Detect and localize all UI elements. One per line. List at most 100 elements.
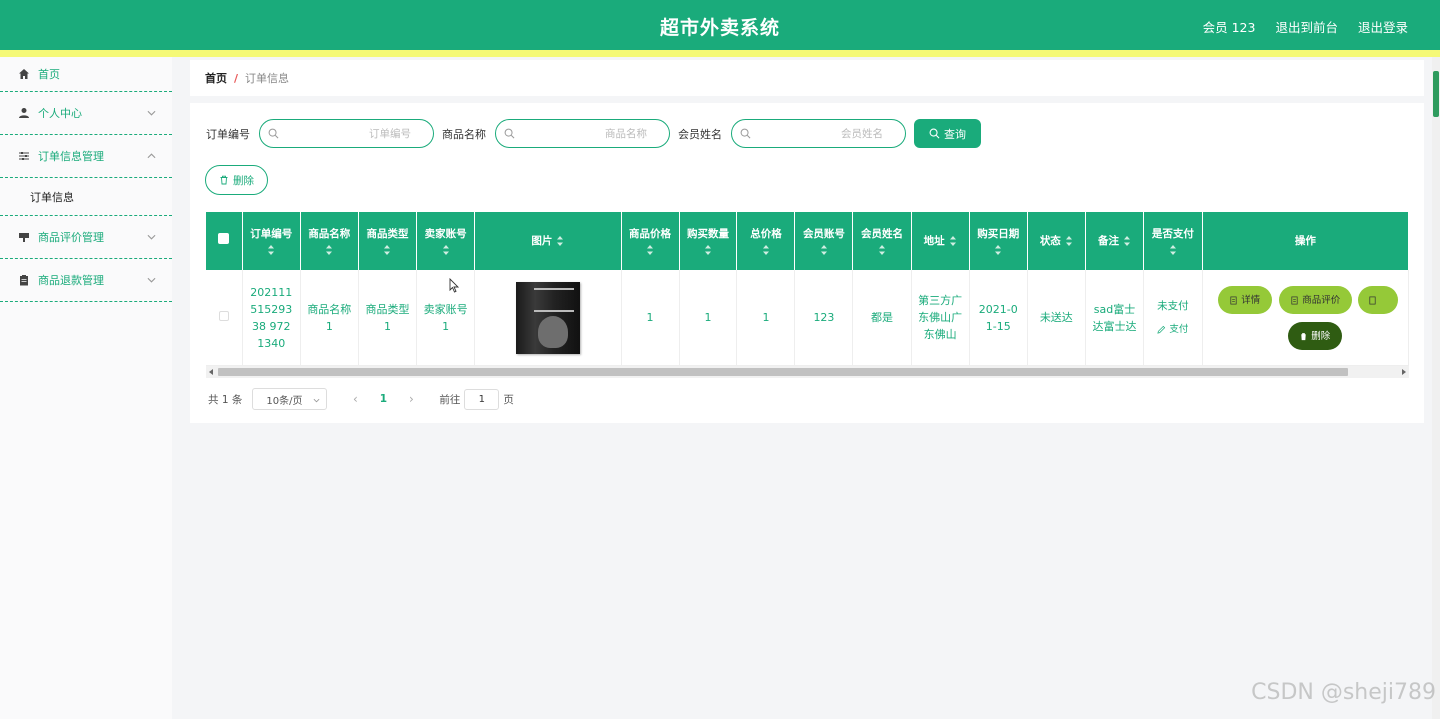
sidebar-subitem-order-info[interactable]: 订单信息 bbox=[0, 178, 172, 216]
next-page-button[interactable]: › bbox=[401, 392, 421, 406]
table-horizontal-scrollbar[interactable] bbox=[206, 366, 1409, 378]
page-vertical-scrollbar[interactable] bbox=[1432, 57, 1440, 719]
page-size-value: 10条/页 bbox=[266, 395, 303, 407]
sort-icon[interactable] bbox=[949, 235, 957, 247]
sort-icon[interactable] bbox=[646, 244, 654, 256]
chevron-down-icon bbox=[147, 277, 156, 283]
detail-button[interactable]: 详情 bbox=[1217, 286, 1272, 314]
sort-icon[interactable] bbox=[383, 244, 391, 256]
column-header[interactable]: 商品名称 bbox=[300, 212, 359, 270]
goto-page-input[interactable] bbox=[464, 388, 500, 410]
sidebar-item-refund-mgmt[interactable]: 商品退款管理 bbox=[0, 259, 172, 302]
row-checkbox[interactable] bbox=[218, 311, 229, 321]
search-icon bbox=[504, 128, 515, 139]
breadcrumb: 首页 / 订单信息 bbox=[190, 60, 1424, 96]
column-header[interactable]: 地址 bbox=[911, 212, 970, 270]
scroll-left-icon[interactable] bbox=[209, 369, 213, 375]
sort-icon[interactable] bbox=[267, 244, 275, 256]
document-icon bbox=[1230, 296, 1237, 304]
order-no-cell: 20211151529338 9721340 bbox=[242, 270, 301, 366]
sort-icon[interactable] bbox=[1169, 244, 1177, 256]
product-name-input[interactable] bbox=[520, 125, 647, 142]
search-icon bbox=[268, 128, 279, 139]
select-all-checkbox[interactable] bbox=[218, 233, 230, 244]
sort-icon[interactable] bbox=[1123, 235, 1131, 247]
search-icon bbox=[740, 128, 751, 139]
column-header[interactable]: 商品价格 bbox=[621, 212, 680, 270]
sidebar-item-label: 商品评价管理 bbox=[38, 231, 104, 244]
sidebar-item-review-mgmt[interactable]: 商品评价管理 bbox=[0, 216, 172, 259]
orders-table: 订单编号 商品名称 商品类型 卖家账号 图片 商品价格 购买数量 总价格 会员账… bbox=[206, 212, 1409, 379]
member-name-input[interactable] bbox=[756, 125, 883, 142]
address-cell: 第三方广东佛山广东佛山 bbox=[911, 270, 970, 366]
column-header[interactable]: 会员账号 bbox=[794, 212, 854, 270]
sidebar: 首页 个人中心 订单信息管理 订单信息 商品评价管理 商品退款管理 bbox=[0, 57, 172, 719]
sort-icon[interactable] bbox=[878, 244, 886, 256]
sidebar-item-personal[interactable]: 个人中心 bbox=[0, 92, 172, 135]
edit-icon bbox=[1157, 325, 1166, 334]
sort-icon[interactable] bbox=[994, 244, 1002, 256]
paid-status: 未支付 bbox=[1157, 299, 1189, 312]
breadcrumb-separator: / bbox=[234, 71, 239, 85]
column-header[interactable]: 商品类型 bbox=[358, 212, 418, 270]
scrollbar-thumb[interactable] bbox=[218, 368, 1348, 376]
batch-delete-button[interactable]: 删除 bbox=[205, 165, 268, 195]
sidebar-item-home[interactable]: 首页 bbox=[0, 57, 172, 92]
column-header[interactable]: 状态 bbox=[1027, 212, 1086, 270]
page-number[interactable]: 1 bbox=[373, 393, 393, 405]
trash-icon bbox=[1300, 332, 1307, 340]
more-action-button[interactable] bbox=[1357, 286, 1398, 314]
column-header-actions: 操作 bbox=[1202, 212, 1409, 270]
column-header[interactable]: 购买日期 bbox=[969, 212, 1028, 270]
sidebar-item-order-mgmt[interactable]: 订单信息管理 bbox=[0, 135, 172, 178]
column-header[interactable]: 卖家账号 bbox=[416, 212, 476, 270]
stamp-icon bbox=[18, 231, 30, 243]
column-header[interactable]: 是否支付 bbox=[1143, 212, 1203, 270]
member-label: 会员 123 bbox=[1202, 20, 1256, 35]
prev-page-button[interactable]: ‹ bbox=[345, 392, 365, 406]
goto-label: 前往 bbox=[439, 393, 461, 406]
sidebar-item-label: 首页 bbox=[38, 68, 60, 81]
scrollbar-thumb[interactable] bbox=[1433, 71, 1439, 117]
query-button[interactable]: 查询 bbox=[914, 119, 981, 148]
sort-icon[interactable] bbox=[442, 244, 450, 256]
status-cell: 未送达 bbox=[1027, 270, 1086, 366]
column-header[interactable]: 图片 bbox=[474, 212, 622, 270]
column-header[interactable]: 备注 bbox=[1085, 212, 1145, 270]
sort-icon[interactable] bbox=[704, 244, 712, 256]
breadcrumb-current: 订单信息 bbox=[245, 72, 290, 85]
sort-icon[interactable] bbox=[325, 244, 333, 256]
sidebar-item-label: 个人中心 bbox=[38, 107, 82, 120]
member-name-label: 会员姓名 bbox=[678, 127, 722, 141]
home-icon bbox=[18, 68, 30, 80]
scroll-right-icon[interactable] bbox=[1402, 369, 1406, 375]
sort-icon[interactable] bbox=[820, 244, 828, 256]
sort-icon[interactable] bbox=[762, 244, 770, 256]
search-bar: 订单编号 商品名称 会员姓名 查询 bbox=[206, 119, 981, 148]
column-header[interactable]: 订单编号 bbox=[242, 212, 301, 270]
page-size-select[interactable]: 10条/页 bbox=[252, 388, 328, 410]
column-header[interactable]: 总价格 bbox=[736, 212, 796, 270]
actions-cell: 详情 商品评价 删除 bbox=[1202, 270, 1409, 366]
main-panel: 订单编号 商品名称 会员姓名 查询 删除 bbox=[190, 103, 1424, 423]
delete-button[interactable]: 删除 bbox=[1287, 322, 1342, 350]
sort-icon[interactable] bbox=[556, 235, 564, 247]
column-header[interactable]: 会员姓名 bbox=[852, 212, 912, 270]
accent-bar bbox=[0, 50, 1440, 57]
product-image[interactable] bbox=[515, 281, 580, 354]
column-header[interactable]: 购买数量 bbox=[679, 212, 738, 270]
quantity-cell: 1 bbox=[679, 270, 738, 366]
pay-link[interactable]: 支付 bbox=[1150, 321, 1196, 338]
remark-cell: sad富士达富士达 bbox=[1085, 270, 1145, 366]
front-link[interactable]: 退出到前台 bbox=[1275, 17, 1338, 36]
watermark: CSDN @sheji789 bbox=[1251, 680, 1436, 705]
chevron-up-icon bbox=[147, 153, 156, 159]
breadcrumb-home[interactable]: 首页 bbox=[205, 70, 227, 86]
sidebar-item-label: 商品退款管理 bbox=[38, 274, 104, 287]
member-account-cell: 123 bbox=[794, 270, 854, 366]
order-no-input[interactable] bbox=[284, 125, 411, 142]
logout-link[interactable]: 退出登录 bbox=[1358, 17, 1408, 36]
sort-icon[interactable] bbox=[1065, 235, 1073, 247]
user-icon bbox=[18, 107, 30, 119]
review-button[interactable]: 商品评价 bbox=[1278, 286, 1352, 314]
